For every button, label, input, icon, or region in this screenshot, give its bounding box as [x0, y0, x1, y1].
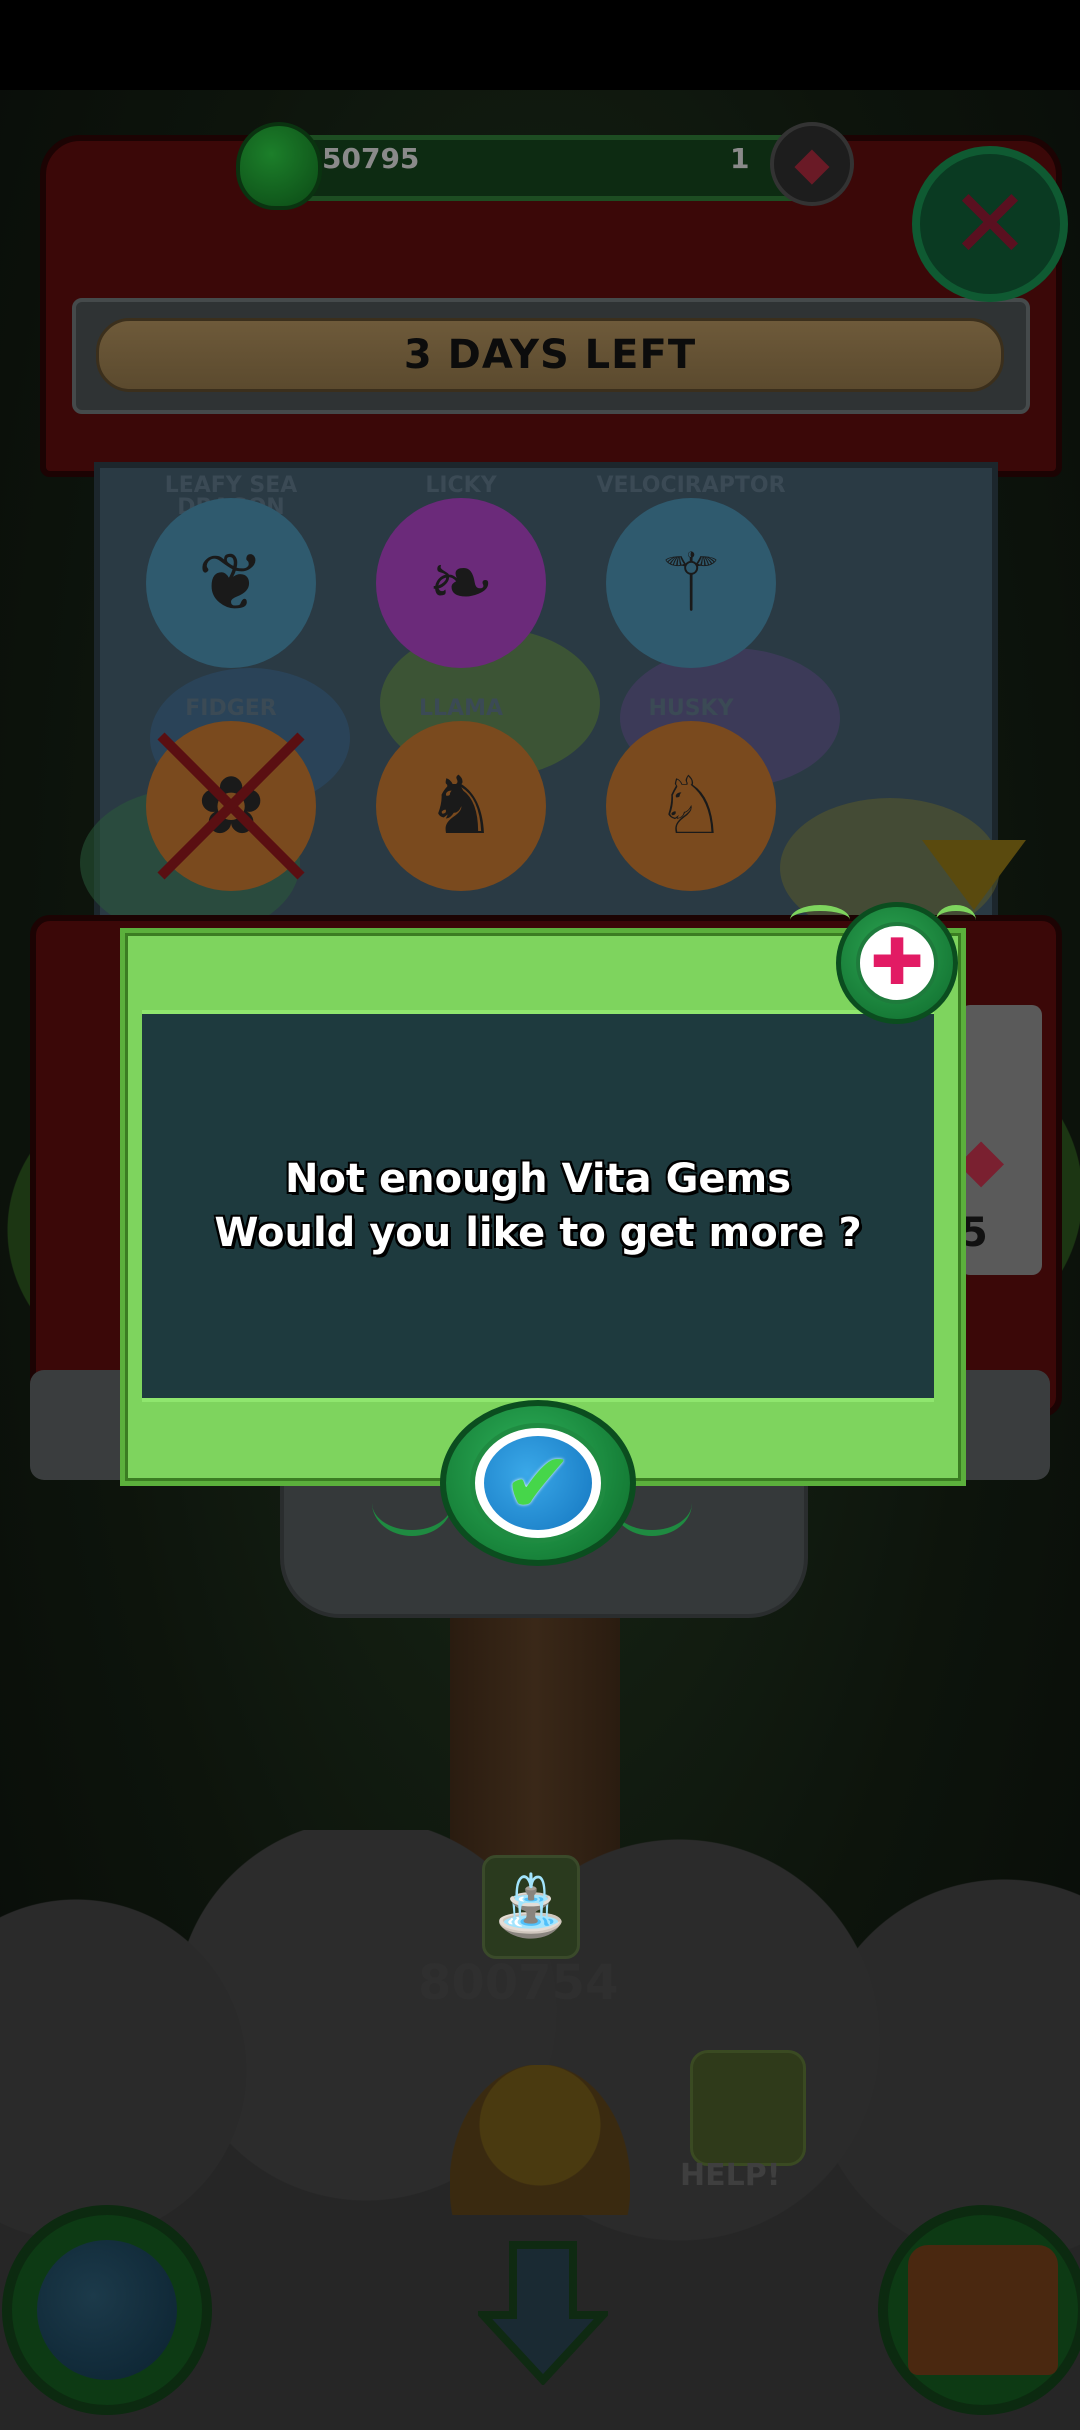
pet-icon: ♘ — [655, 759, 727, 852]
timer-pill: 3 DAYS LEFT — [96, 318, 1004, 392]
pet-icon: ⚚ — [655, 536, 727, 629]
pet-icon: ❦ — [197, 536, 265, 629]
home-button[interactable] — [878, 2205, 1080, 2415]
water-count: 800754 — [418, 1955, 619, 2011]
pet-name-label: VELOCIRAPTOR — [596, 473, 786, 498]
timer-text: 3 DAYS LEFT — [403, 332, 697, 378]
pet-name-label: HUSKY — [648, 696, 734, 721]
watering-can-icon: ⛲ — [482, 1855, 580, 1959]
pet-slot: ❦ — [146, 498, 316, 668]
down-arrow-icon — [922, 840, 1026, 910]
dialog-message-panel: Not enough Vita Gems Would you like to g… — [142, 1010, 934, 1402]
pet-icon: ♞ — [425, 759, 497, 852]
close-x-icon: ✚ — [856, 922, 938, 1004]
world-map-button[interactable] — [2, 2205, 212, 2415]
owned-cross-icon — [146, 721, 316, 895]
pet-name-label: LICKY — [425, 473, 497, 498]
machine-close-button[interactable]: ✕ — [912, 146, 1068, 302]
checkmark-icon: ✔ — [484, 1436, 592, 1530]
pet-name-label: LLAMA — [419, 696, 503, 721]
pet-name-label: FIDGER — [185, 696, 277, 721]
confirm-ring: ✔ — [470, 1423, 606, 1543]
scroll-down-button[interactable] — [473, 2235, 613, 2386]
help-label: HELP! — [680, 2158, 781, 2193]
birdhouse-icon — [908, 2245, 1058, 2375]
dialog-close-button[interactable]: ✚ — [836, 902, 958, 1024]
gems-value: 1 — [730, 142, 750, 175]
egg-nest — [450, 2065, 630, 2215]
pet-icon: ❧ — [427, 536, 495, 629]
dialog-line-2: Would you like to get more ? — [214, 1210, 862, 1256]
close-x-icon: ✕ — [949, 168, 1031, 280]
pet-slot: ♘ — [606, 721, 776, 891]
green-egg-coin-icon — [236, 122, 322, 210]
vine-decoration — [790, 905, 850, 935]
help-button[interactable] — [690, 2050, 806, 2166]
coins-value: 50795 — [322, 142, 420, 175]
pet-slot: ♞ — [376, 721, 546, 891]
confirm-button[interactable]: ✔ — [440, 1400, 636, 1566]
red-gem-icon: ◆ — [770, 122, 854, 206]
status-bar-area — [0, 0, 1080, 90]
globe-icon — [37, 2240, 177, 2380]
arrow-down-icon — [473, 2241, 613, 2386]
pet-slot: ❧ — [376, 498, 546, 668]
pet-slot: ⚚ — [606, 498, 776, 668]
dialog-line-1: Not enough Vita Gems — [284, 1156, 792, 1202]
